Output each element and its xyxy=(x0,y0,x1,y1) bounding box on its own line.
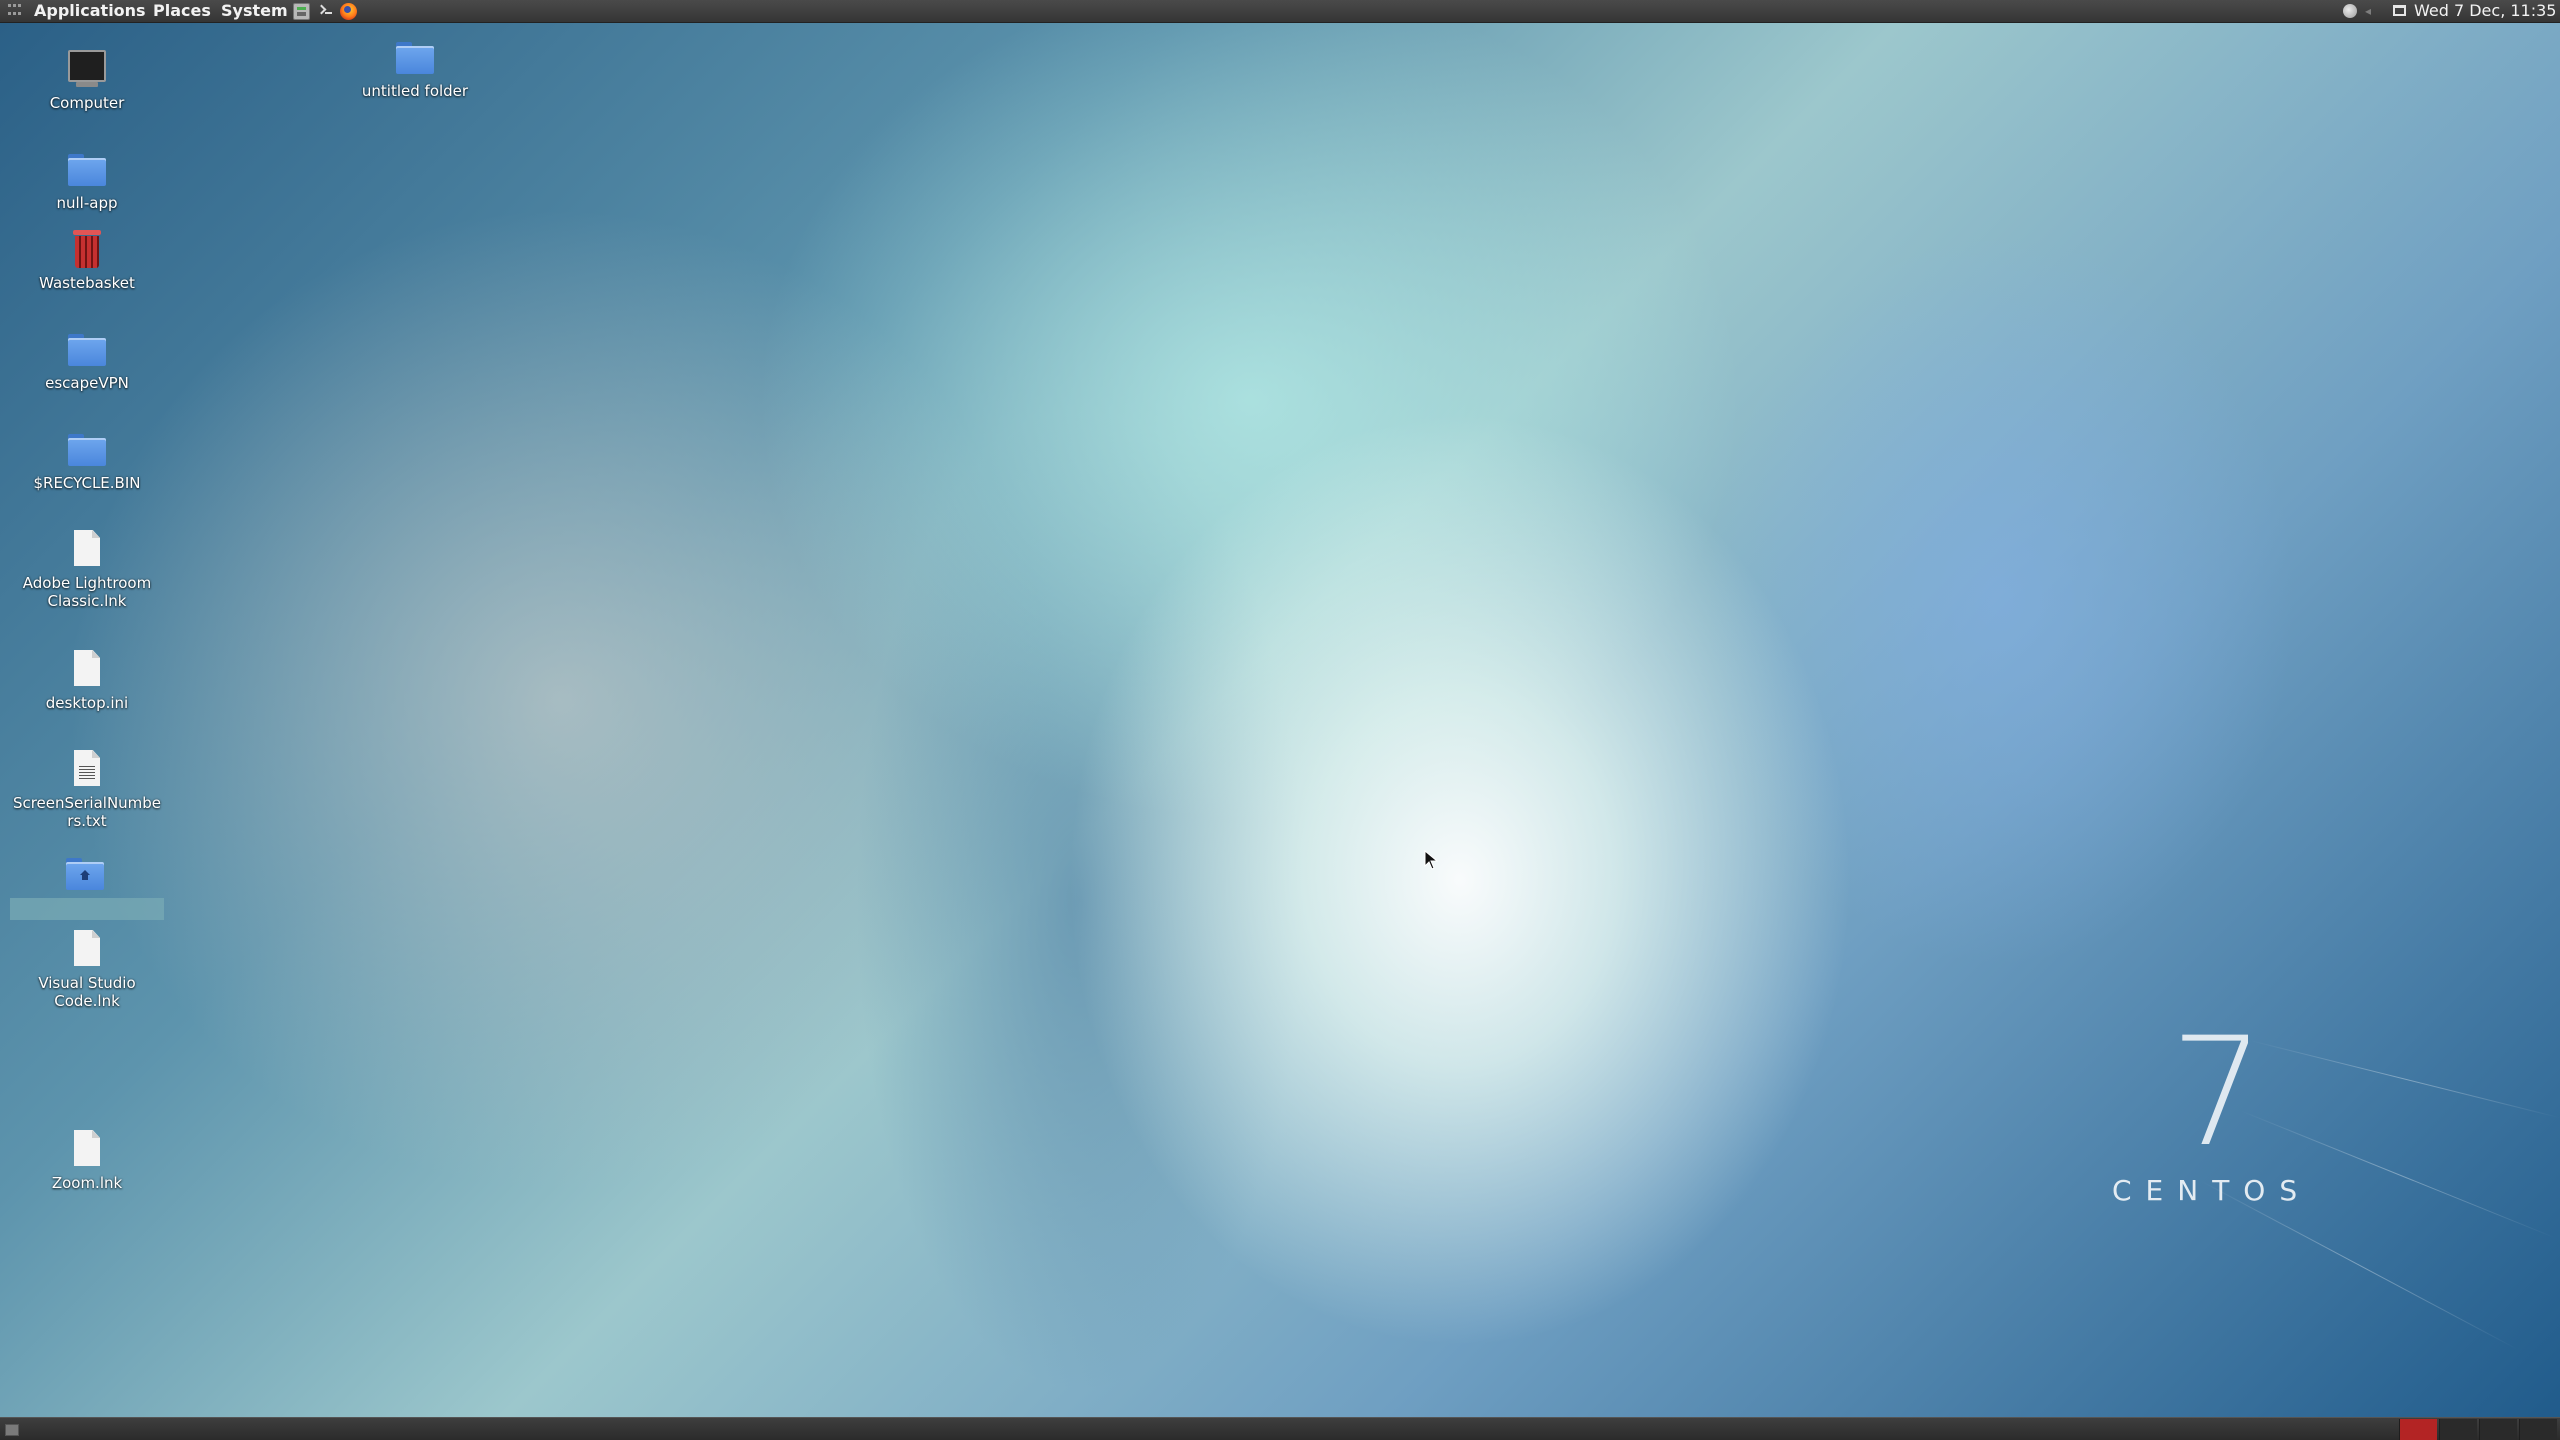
desktop-icon-label: Visual Studio Code.lnk xyxy=(38,974,136,1010)
desktop-icon-lightroom[interactable]: Adobe Lightroom Classic.lnk xyxy=(12,528,162,610)
centos-version-logo: 7 xyxy=(2170,1034,2248,1152)
desktop-icon-label: Computer xyxy=(49,94,125,112)
desktop-icon-desktop-ini[interactable]: desktop.ini xyxy=(12,648,162,712)
file-icon xyxy=(66,648,108,690)
clock[interactable]: Wed 7 Dec, 11:35 xyxy=(2414,1,2556,21)
desktop-background[interactable]: Applications Places System ◂ Wed 7 Dec, … xyxy=(0,0,2560,1440)
desktop-icon-computer[interactable]: Computer xyxy=(12,48,162,112)
workspace-2[interactable] xyxy=(2439,1419,2477,1440)
file-icon xyxy=(66,928,108,970)
desktop-icon-zoom[interactable]: Zoom.lnk xyxy=(12,1128,162,1192)
places-menu[interactable]: Places xyxy=(153,1,211,21)
volume-icon[interactable]: ◂ xyxy=(2365,4,2377,18)
desktop-icon-label: Zoom.lnk xyxy=(51,1174,123,1192)
desktop-icon-label: Wastebasket xyxy=(39,274,135,292)
bottom-panel xyxy=(0,1417,2560,1440)
desktop-icon-null-app[interactable]: null-app xyxy=(12,148,162,212)
firefox-icon[interactable] xyxy=(340,3,357,20)
home-folder-icon xyxy=(64,852,106,894)
workspace-4[interactable] xyxy=(2519,1419,2557,1440)
show-desktop-icon[interactable] xyxy=(5,1424,19,1436)
desktop-icon-recycle-bin[interactable]: $RECYCLE.BIN xyxy=(12,428,162,492)
text-file-icon xyxy=(66,748,108,790)
desktop-icon-label: $RECYCLE.BIN xyxy=(33,474,141,492)
desktop-icon-screen-serial-numbers[interactable]: ScreenSerialNumbers.txt xyxy=(12,748,162,830)
wallpaper-streak xyxy=(2249,1040,2560,1119)
computer-icon xyxy=(66,48,108,90)
trash-icon xyxy=(66,228,108,270)
desktop-icon-home[interactable] xyxy=(10,852,164,920)
status-icon[interactable] xyxy=(2343,4,2357,18)
folder-icon xyxy=(394,36,436,78)
desktop-icon-label: desktop.ini xyxy=(45,694,129,712)
desktop-icon-label-selected xyxy=(10,898,164,920)
workspace-3[interactable] xyxy=(2479,1419,2517,1440)
desktop-icon-wastebasket[interactable]: Wastebasket xyxy=(12,228,162,292)
terminal-icon[interactable] xyxy=(317,3,333,20)
file-icon xyxy=(66,1128,108,1170)
window-list-icon[interactable] xyxy=(2393,5,2406,16)
desktop-icon-label: untitled folder xyxy=(361,82,469,100)
mouse-pointer-icon xyxy=(1424,850,1438,870)
files-icon[interactable] xyxy=(293,3,310,20)
top-panel: Applications Places System ◂ Wed 7 Dec, … xyxy=(0,0,2560,23)
desktop-icon-label: null-app xyxy=(56,194,118,212)
desktop-icon-label: ScreenSerialNumbers.txt xyxy=(12,794,162,830)
centos-version-number: 7 xyxy=(2170,1034,2248,1152)
desktop-icon-visual-studio-code[interactable]: Visual Studio Code.lnk xyxy=(12,928,162,1010)
desktop-icon-label: Adobe Lightroom Classic.lnk xyxy=(22,574,152,610)
desktop-icon-untitled-folder[interactable]: untitled folder xyxy=(340,36,490,100)
desktop-icon-label: escapeVPN xyxy=(45,374,129,392)
centos-wordmark: CENTOS xyxy=(2112,1174,2312,1207)
file-icon xyxy=(66,528,108,570)
folder-icon xyxy=(66,328,108,370)
applications-grid-icon[interactable] xyxy=(8,4,22,18)
applications-menu[interactable]: Applications xyxy=(34,1,146,21)
system-menu[interactable]: System xyxy=(221,1,288,21)
folder-icon xyxy=(66,148,108,190)
workspace-1[interactable] xyxy=(2399,1419,2437,1440)
folder-icon xyxy=(66,428,108,470)
desktop-icon-escapevpn[interactable]: escapeVPN xyxy=(12,328,162,392)
